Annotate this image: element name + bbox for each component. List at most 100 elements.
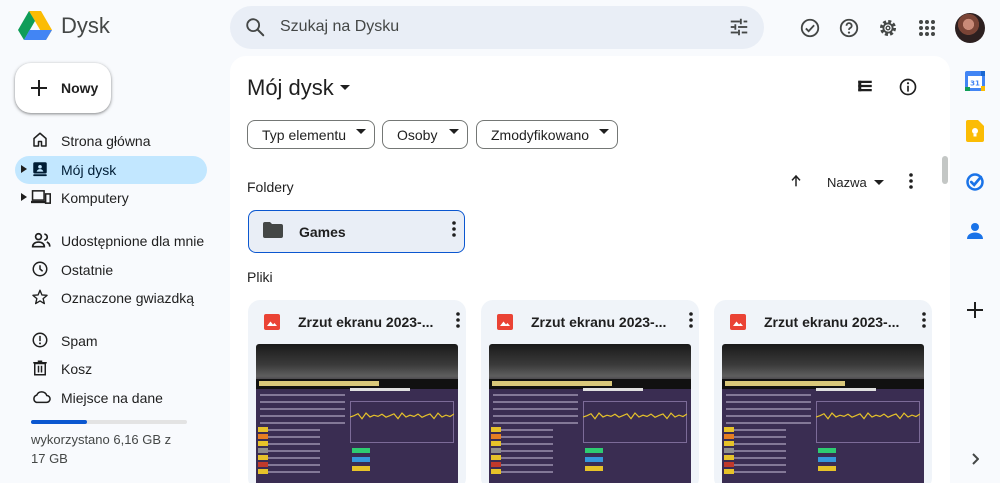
- new-button[interactable]: Nowy: [15, 63, 111, 113]
- file-card[interactable]: Zrzut ekranu 2023-...: [714, 300, 932, 483]
- thumbnail-detail: [258, 462, 268, 467]
- dropdown-arrow-icon: [599, 129, 609, 135]
- more-options-icon[interactable]: [452, 221, 456, 237]
- contacts-icon[interactable]: [963, 219, 987, 243]
- thumbnail-detail: [258, 434, 268, 439]
- page-title-text: Mój dysk: [247, 75, 334, 100]
- details-info-icon[interactable]: [898, 77, 918, 97]
- thumbnail-fps-line: [350, 412, 454, 420]
- folder-icon: [263, 222, 283, 238]
- star-icon: [31, 288, 49, 306]
- more-options-icon[interactable]: [456, 312, 460, 328]
- nav-label: Ostatnie: [61, 262, 114, 278]
- dropdown-arrow-icon: [339, 85, 350, 91]
- folder-item[interactable]: Games: [248, 210, 465, 253]
- account-avatar[interactable]: [955, 13, 985, 43]
- new-button-label: Nowy: [61, 80, 99, 96]
- search-input[interactable]: Szukaj na Dysku: [280, 18, 399, 36]
- app-name: Dysk: [61, 13, 110, 38]
- page-title[interactable]: Mój dysk: [247, 75, 350, 101]
- expand-caret-icon[interactable]: [21, 193, 27, 201]
- expand-panel-icon[interactable]: [963, 447, 987, 471]
- filter-people-chip[interactable]: Osoby: [382, 120, 468, 149]
- calendar-icon[interactable]: 31: [963, 69, 987, 93]
- filter-modified-chip[interactable]: Zmodyfikowano: [476, 120, 618, 149]
- thumbnail-detail: [492, 381, 612, 386]
- thumbnail-detail: [726, 471, 786, 473]
- thumbnail-detail: [260, 429, 320, 431]
- thumbnail-detail: [493, 457, 553, 459]
- nav-item-my-drive[interactable]: Mój dysk: [15, 156, 207, 184]
- filter-type-chip[interactable]: Typ elementu: [247, 120, 375, 149]
- thumbnail-detail: [724, 441, 734, 446]
- list-view-icon[interactable]: [856, 77, 874, 95]
- apps-grid-icon[interactable]: [907, 8, 947, 48]
- thumbnail-detail: [260, 457, 320, 459]
- offline-ready-icon[interactable]: [790, 8, 830, 48]
- nav-item-trash[interactable]: Kosz: [15, 355, 207, 383]
- thumbnail-detail: [258, 455, 268, 460]
- sort-direction-arrow-icon[interactable]: [788, 173, 804, 189]
- settings-icon[interactable]: [868, 8, 908, 48]
- sort-label: Nazwa: [827, 175, 867, 190]
- nav-label: Kosz: [61, 361, 93, 377]
- search-options-icon[interactable]: [728, 16, 750, 38]
- nav-item-storage[interactable]: Miejsce na dane: [15, 384, 207, 412]
- thumbnail-detail: [493, 394, 578, 396]
- nav-item-starred[interactable]: Oznaczone gwiazdką: [15, 284, 207, 312]
- search-icon[interactable]: [244, 16, 266, 38]
- storage-bar: [31, 420, 187, 424]
- thumbnail-detail: [260, 415, 345, 417]
- scrollbar[interactable]: [942, 156, 948, 184]
- nav-label: Komputery: [61, 190, 129, 206]
- image-file-icon: [730, 314, 746, 330]
- thumbnail-detail: [260, 464, 320, 466]
- file-card[interactable]: Zrzut ekranu 2023-...: [481, 300, 699, 483]
- thumbnail-detail: [258, 469, 268, 474]
- drive-logo[interactable]: Dysk: [18, 11, 110, 41]
- thumbnail-detail: [493, 464, 553, 466]
- nav-item-computers[interactable]: Komputery: [15, 184, 207, 212]
- thumbnail-detail: [493, 471, 553, 473]
- nav-item-shared[interactable]: Udostępnione dla mnie: [15, 227, 207, 255]
- thumbnail-detail: [493, 443, 553, 445]
- sort-by-name-button[interactable]: Nazwa: [827, 175, 884, 190]
- thumbnail-detail: [585, 457, 603, 462]
- nav-item-home[interactable]: Strona główna: [15, 127, 207, 155]
- expand-caret-icon[interactable]: [21, 165, 27, 173]
- thumbnail-detail: [493, 415, 578, 417]
- thumbnail-detail: [493, 450, 553, 452]
- image-file-icon: [497, 314, 513, 330]
- thumbnail-detail: [724, 455, 734, 460]
- nav-item-recent[interactable]: Ostatnie: [15, 256, 207, 284]
- tasks-icon[interactable]: [963, 170, 987, 194]
- more-options-icon[interactable]: [909, 173, 913, 189]
- folder-name: Games: [299, 224, 346, 240]
- add-addon-icon[interactable]: [963, 298, 987, 322]
- thumbnail-detail: [726, 422, 811, 424]
- thumbnail-fps-line: [350, 412, 454, 420]
- thumbnail-detail: [491, 462, 501, 467]
- search-bar[interactable]: Szukaj na Dysku: [230, 6, 764, 49]
- thumbnail-detail: [585, 466, 603, 471]
- thumbnail-detail: [816, 388, 876, 391]
- drive-logo-icon: [18, 11, 52, 40]
- thumbnail-detail: [493, 422, 578, 424]
- home-icon: [31, 131, 49, 149]
- thumbnail-detail: [724, 469, 734, 474]
- thumbnail-detail: [493, 436, 553, 438]
- keep-icon[interactable]: [963, 119, 987, 143]
- thumbnail-detail: [491, 434, 501, 439]
- thumbnail-detail: [352, 448, 370, 453]
- file-name: Zrzut ekranu 2023-...: [764, 314, 900, 330]
- help-icon[interactable]: [829, 8, 869, 48]
- more-options-icon[interactable]: [689, 312, 693, 328]
- file-card[interactable]: Zrzut ekranu 2023-...: [248, 300, 466, 483]
- file-thumbnail: [722, 344, 924, 483]
- dropdown-arrow-icon: [449, 129, 459, 135]
- nav-item-spam[interactable]: Spam: [15, 327, 207, 355]
- thumbnail-detail: [726, 401, 811, 403]
- shared-people-icon: [31, 231, 51, 249]
- more-options-icon[interactable]: [922, 312, 926, 328]
- trash-icon: [31, 359, 49, 377]
